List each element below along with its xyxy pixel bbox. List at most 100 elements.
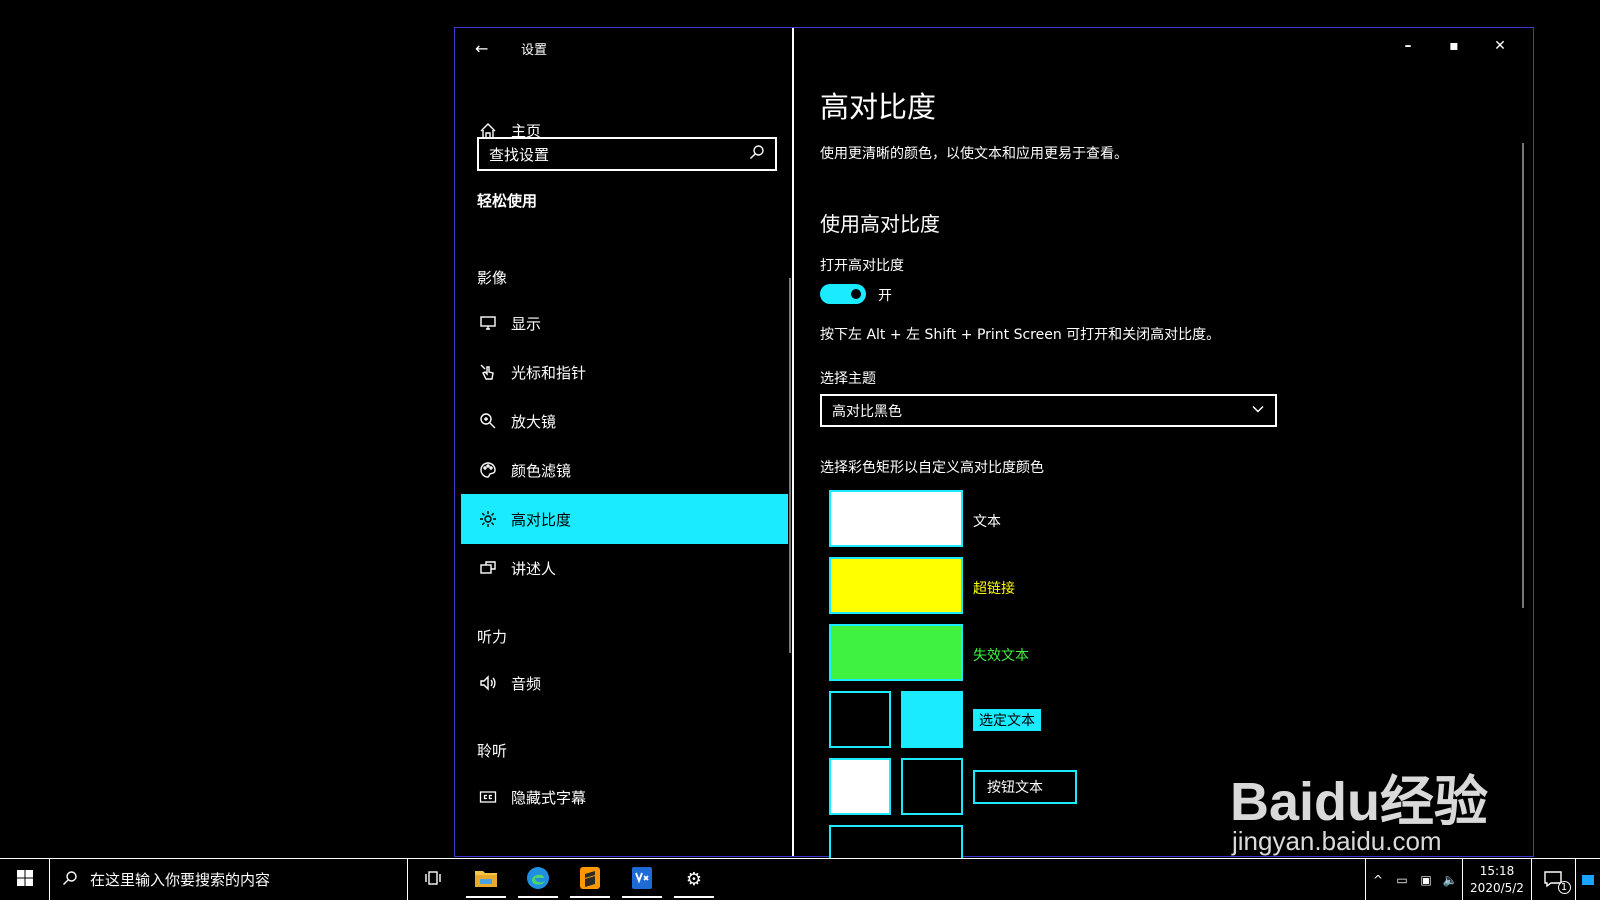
clock-date: 2020/5/2 [1470,880,1524,895]
windows-logo-icon [16,869,34,891]
text-color-label: 文本 [973,514,1001,530]
gear-icon: ⚙ [685,869,703,890]
title-bar: ← 设置 [475,36,547,60]
task-view-icon [425,869,443,891]
clock-time: 15:18 [1479,863,1515,878]
notification-icon: 1 [1543,870,1571,894]
taskbar-clock[interactable]: 15:18 2020/5/2 [1462,859,1532,900]
selected-bg-swatch[interactable] [829,691,891,748]
sidebar-item-magnifier[interactable]: 放大镜 [461,396,788,446]
network-icon[interactable]: ▣ [1414,873,1438,887]
magnifier-icon [477,412,499,430]
notification-count: 1 [1557,880,1571,894]
file-explorer-button[interactable] [460,859,512,900]
sidebar-item-audio[interactable]: 音频 [461,658,788,708]
watermark-url: jingyan.baidu.com [1232,826,1442,856]
edge-browser-button[interactable] [512,859,564,900]
sidebar-item-label: 高对比度 [511,510,572,529]
theme-label: 选择主题 [820,371,876,387]
sidebar-item-label: 光标和指针 [511,363,587,382]
nav-group-vision: 影像 [477,269,508,287]
settings-app-button[interactable]: ⚙ [668,859,720,900]
maximize-icon[interactable]: ▪ [1431,34,1477,58]
folder-icon [474,867,498,893]
button-text-label: 按钮文本 [973,770,1077,804]
text-color-swatch[interactable] [829,490,963,547]
sidebar-item-narrator[interactable]: 讲述人 [461,543,788,593]
sidebar-item-high-contrast[interactable]: 高对比度 [461,494,788,544]
taskbar: 在这里输入你要搜索的内容 ⚙ ^ ▭ ▣ 🔈 15:18 2020/5/2 1 [0,858,1600,900]
show-desktop-button[interactable] [1576,859,1600,900]
speaker-icon [477,674,499,692]
hyperlink-color-swatch[interactable] [829,557,963,614]
nav-group-listening: 聆听 [477,742,508,760]
sublime-text-button[interactable] [564,859,616,900]
high-contrast-toggle[interactable] [820,284,866,304]
disabled-color-swatch[interactable] [829,624,963,681]
chevron-down-icon [1251,402,1265,420]
button-bg-swatch[interactable] [829,758,891,815]
edge-icon [526,866,550,894]
palette-icon [477,461,499,479]
sidebar-item-label: 隐藏式字幕 [511,788,587,807]
sidebar-item-cursor[interactable]: 光标和指针 [461,347,788,397]
content-scrollbar[interactable] [1522,143,1524,608]
visio-button[interactable] [616,859,668,900]
battery-icon[interactable]: ▭ [1390,873,1414,887]
volume-icon[interactable]: 🔈 [1438,873,1462,887]
selected-text-label: 选定文本 [973,709,1041,731]
toggle-label: 打开高对比度 [820,258,904,274]
monitor-icon [477,314,499,332]
shortcut-hint: 按下左 Alt + 左 Shift + Print Screen 可打开和关闭高… [820,327,1221,343]
sublime-icon [579,866,601,894]
settings-nav-pane: ← 设置 主页 查找设置 轻松使用 影像 显示 光标和指针 放大镜 颜色滤镜 高… [455,28,794,856]
desktop-icon [1582,874,1594,885]
taskbar-search-placeholder: 在这里输入你要搜索的内容 [90,871,271,889]
nav-scrollbar[interactable] [789,278,791,653]
sun-icon [477,510,499,528]
start-button[interactable] [0,859,50,900]
selected-fg-swatch[interactable] [901,691,963,748]
page-title: 高对比度 [820,90,937,124]
search-placeholder: 查找设置 [489,145,550,164]
task-view-button[interactable] [408,859,460,900]
sidebar-item-label: 放大镜 [511,412,557,431]
next-color-swatch[interactable] [829,825,963,858]
sidebar-item-label: 颜色滤镜 [511,461,572,480]
taskbar-spacer [720,859,1365,900]
custom-colors-label: 选择彩色矩形以自定义高对比度颜色 [820,460,1044,476]
watermark-logo: Baidu经验 [1230,772,1489,832]
close-icon[interactable]: ✕ [1477,34,1523,58]
sidebar-item-color-filters[interactable]: 颜色滤镜 [461,445,788,495]
nav-group-hearing: 听力 [477,628,508,646]
back-arrow-icon[interactable]: ← [475,39,495,58]
narrator-icon [477,559,499,577]
page-description: 使用更清晰的颜色，以使文本和应用更易于查看。 [820,146,1128,162]
closed-caption-icon [477,788,499,806]
nav-category: 轻松使用 [477,192,538,210]
settings-window: ← 设置 主页 查找设置 轻松使用 影像 显示 光标和指针 放大镜 颜色滤镜 高… [454,27,1534,858]
settings-content: – ▪ ✕ 高对比度 使用更清晰的颜色，以使文本和应用更易于查看。 使用高对比度… [796,28,1533,858]
action-center-button[interactable]: 1 [1532,859,1576,900]
sidebar-item-captions[interactable]: 隐藏式字幕 [461,772,788,822]
search-icon [62,870,90,890]
disabled-color-label: 失效文本 [973,648,1029,664]
cursor-hand-icon [477,363,499,381]
button-fg-swatch[interactable] [901,758,963,815]
sidebar-item-label: 讲述人 [511,559,557,578]
settings-search-input[interactable]: 查找设置 [477,137,777,171]
window-title: 设置 [521,42,548,58]
sidebar-item-display[interactable]: 显示 [461,298,788,348]
visio-icon [631,866,653,894]
theme-dropdown[interactable]: 高对比黑色 [820,394,1277,427]
minimize-icon[interactable]: – [1385,34,1431,58]
search-icon[interactable] [749,144,765,164]
window-controls: – ▪ ✕ [1385,34,1523,58]
system-tray: ^ ▭ ▣ 🔈 [1365,859,1462,900]
chevron-up-icon[interactable]: ^ [1366,873,1390,887]
sidebar-item-label: 显示 [511,314,542,333]
sidebar-item-label: 音频 [511,674,542,693]
hyperlink-color-label: 超链接 [973,581,1015,597]
section-heading: 使用高对比度 [820,212,940,236]
taskbar-search-box[interactable]: 在这里输入你要搜索的内容 [50,859,408,900]
